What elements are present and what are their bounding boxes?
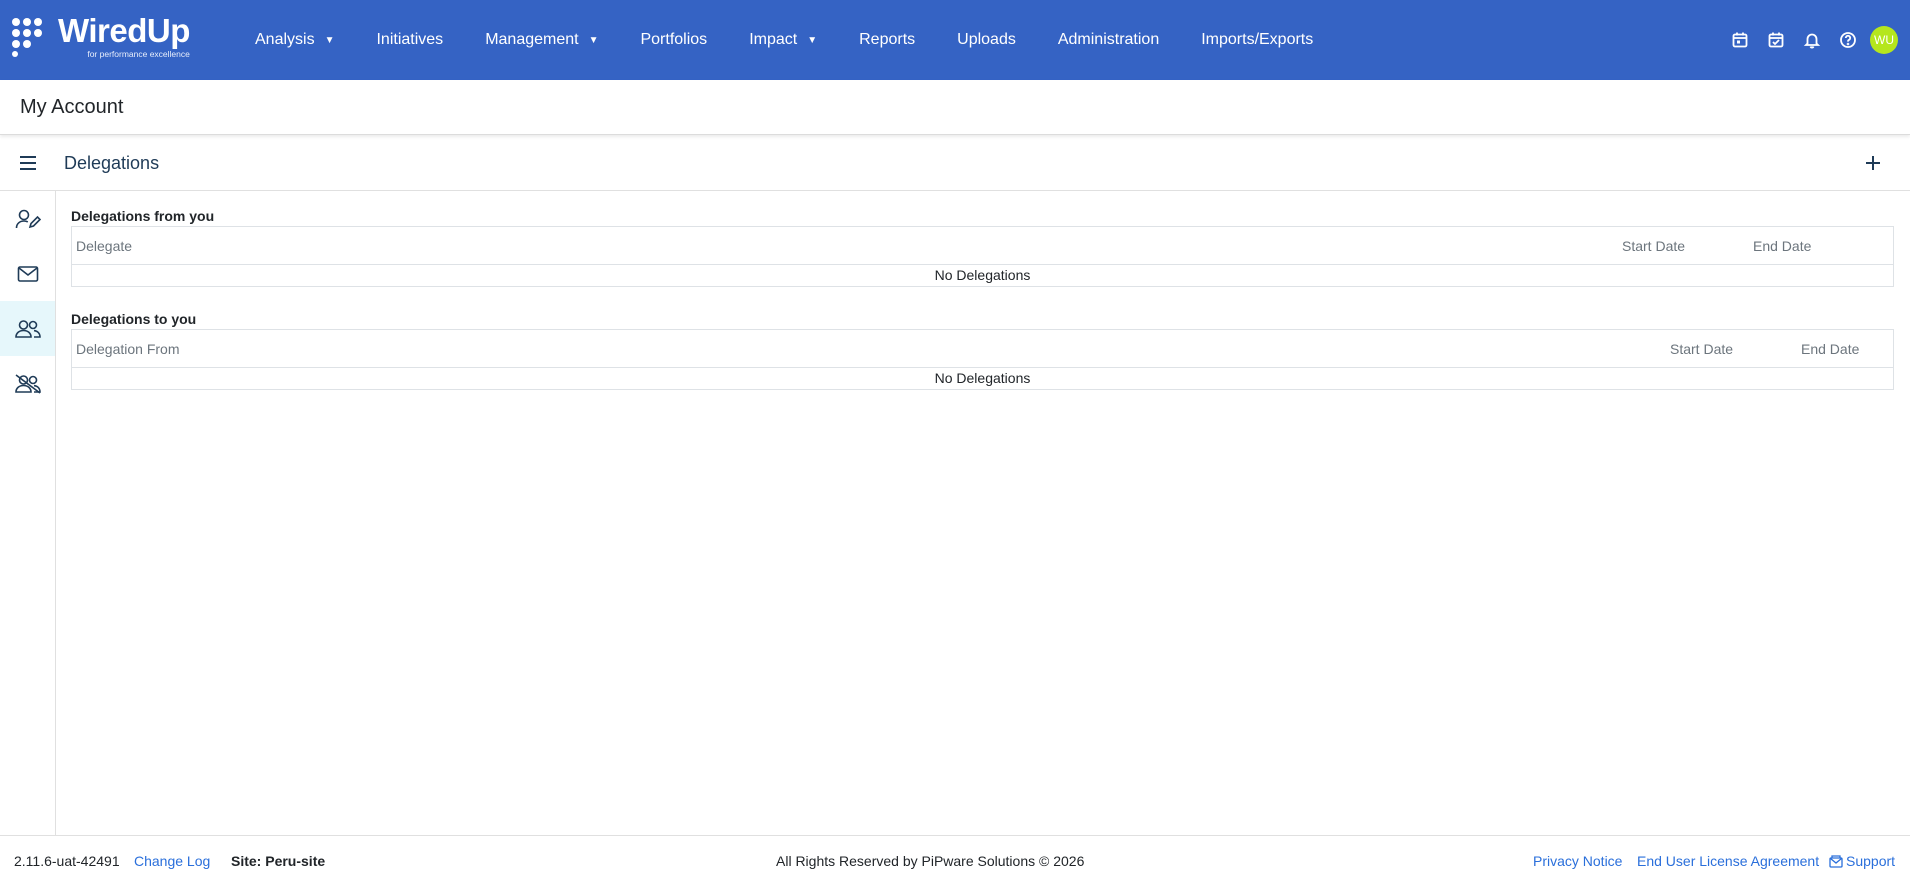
caret-down-icon: ▼ xyxy=(324,34,335,46)
delegations-to-table: Delegation From Start Date End Date No D… xyxy=(71,329,1894,390)
caret-down-icon: ▼ xyxy=(807,34,818,46)
top-navbar: WiredUp for performance excellence Analy… xyxy=(0,0,1910,80)
nav-item-imports-exports[interactable]: Imports/Exports xyxy=(1180,0,1334,80)
site-label: Site: Peru-site xyxy=(231,852,326,869)
page-title: My Account xyxy=(20,95,124,118)
eula-link[interactable]: End User License Agreement xyxy=(1637,853,1819,869)
table-header: Delegation From Start Date End Date xyxy=(72,330,1893,368)
nav-item-analysis[interactable]: Analysis ▼ xyxy=(234,0,355,80)
help-icon[interactable] xyxy=(1830,22,1866,58)
delegations-content: Delegations from you Delegate Start Date… xyxy=(71,206,1894,390)
nav-item-uploads[interactable]: Uploads xyxy=(936,0,1037,80)
users-icon xyxy=(14,319,41,338)
nav-item-management[interactable]: Management ▼ xyxy=(464,0,619,80)
rail-item-profile[interactable] xyxy=(0,191,55,246)
app-version: 2.11.6-uat-42491 xyxy=(14,852,120,869)
nav-label: Impact xyxy=(749,31,798,48)
footer: 2.11.6-uat-42491 Change Log Site: Peru-s… xyxy=(0,835,1910,885)
delegations-from-table: Delegate Start Date End Date No Delegati… xyxy=(71,226,1894,287)
delegations-from-title: Delegations from you xyxy=(71,208,215,224)
nav-label: Uploads xyxy=(957,31,1016,48)
rail-item-notifications[interactable] xyxy=(0,246,55,301)
support-label: Support xyxy=(1846,852,1896,869)
users-slash-icon xyxy=(14,373,41,394)
column-header-end-date[interactable]: End Date xyxy=(1753,238,1811,254)
user-edit-icon xyxy=(15,209,41,228)
empty-row: No Delegations xyxy=(934,370,1031,386)
nav-label: Management xyxy=(485,31,579,48)
brand-name: WiredUp xyxy=(58,12,190,49)
column-header-start-date[interactable]: Start Date xyxy=(1622,238,1685,254)
nav-item-initiatives[interactable]: Initiatives xyxy=(355,0,464,80)
envelope-icon xyxy=(17,265,38,282)
wiredup-logo[interactable]: WiredUp for performance excellence xyxy=(12,14,217,66)
nav-item-portfolios[interactable]: Portfolios xyxy=(619,0,728,80)
table-header: Delegate Start Date End Date xyxy=(72,227,1893,265)
privacy-notice-link[interactable]: Privacy Notice xyxy=(1533,853,1622,869)
hamburger-menu-icon[interactable] xyxy=(0,136,56,191)
brand-tagline: for performance excellence xyxy=(87,49,190,59)
support-link[interactable]: Support xyxy=(1829,853,1895,869)
nav-label: Portfolios xyxy=(640,31,708,48)
rail-item-blocked-users[interactable] xyxy=(0,356,55,411)
nav-item-reports[interactable]: Reports xyxy=(838,0,936,80)
bell-icon[interactable] xyxy=(1794,22,1830,58)
nav-label: Administration xyxy=(1057,31,1160,48)
add-delegation-button[interactable] xyxy=(1856,146,1890,180)
nav-label: Imports/Exports xyxy=(1201,31,1314,48)
nav-item-impact[interactable]: Impact ▼ xyxy=(728,0,838,80)
nav-item-administration[interactable]: Administration xyxy=(1037,0,1180,80)
column-header-end-date[interactable]: End Date xyxy=(1801,341,1859,357)
column-header-start-date[interactable]: Start Date xyxy=(1670,341,1733,357)
empty-row: No Delegations xyxy=(934,267,1031,283)
nav-label: Initiatives xyxy=(376,31,444,48)
caret-down-icon: ▼ xyxy=(588,34,599,46)
logo-dots-icon xyxy=(12,18,52,58)
support-mail-icon xyxy=(1829,854,1843,868)
change-log-link[interactable]: Change Log xyxy=(134,853,210,869)
column-header-delegate[interactable]: Delegate xyxy=(76,238,132,254)
main-nav: Analysis ▼ Initiatives Management ▼ Portfo… xyxy=(234,0,1334,80)
left-icon-rail xyxy=(0,191,56,835)
calendar-icon[interactable] xyxy=(1722,22,1758,58)
page-header: My Account xyxy=(0,80,1910,135)
copyright-text: All Rights Reserved by PiPware Solutions… xyxy=(776,852,1085,869)
column-header-delegation-from[interactable]: Delegation From xyxy=(76,341,180,357)
calendar-check-icon[interactable] xyxy=(1758,22,1794,58)
section-title: Delegations xyxy=(64,152,160,173)
nav-label: Analysis xyxy=(255,31,315,48)
user-avatar[interactable]: WU xyxy=(1870,26,1898,54)
nav-label: Reports xyxy=(859,31,916,48)
rail-item-delegations[interactable] xyxy=(0,301,55,356)
delegations-to-title: Delegations to you xyxy=(71,311,197,327)
section-header: Delegations xyxy=(0,136,1910,191)
